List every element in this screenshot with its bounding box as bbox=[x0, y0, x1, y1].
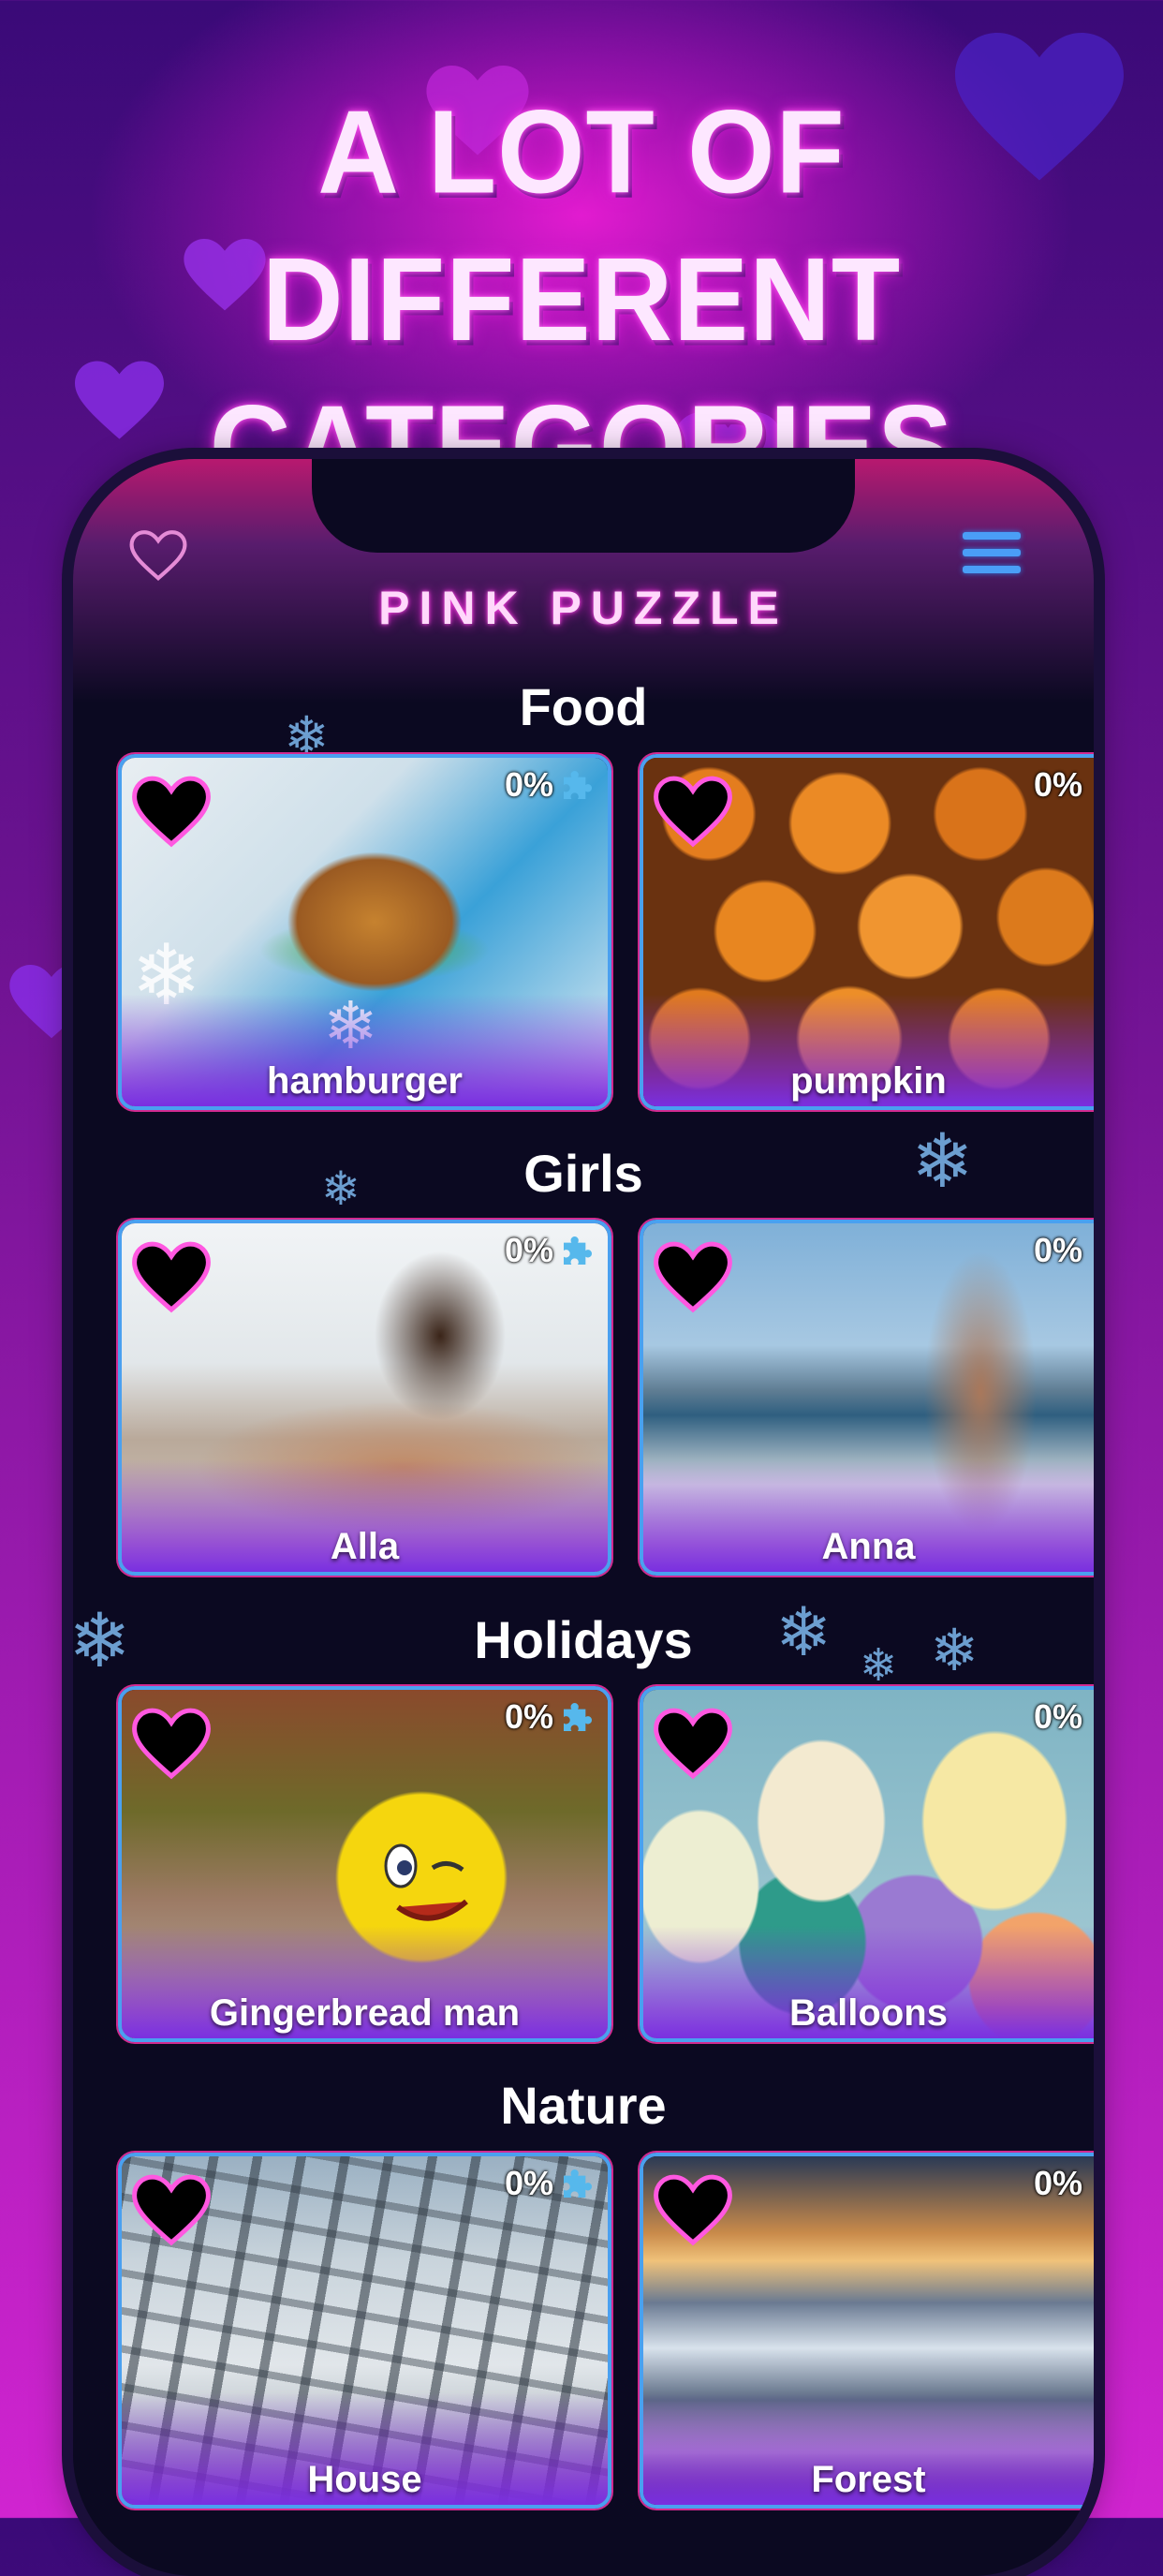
progress-text: 0% bbox=[504, 1231, 553, 1269]
puzzle-card-pumpkin[interactable]: 0% pumpkin bbox=[640, 754, 1094, 1110]
like-heart-icon[interactable] bbox=[131, 2173, 212, 2248]
phone-frame: PINK PUZZLE ❄ ❄ ❄ ❄ ❄ ❄ ❄ Food ❄ ❄ 0% ha… bbox=[73, 459, 1094, 2576]
menu-icon[interactable] bbox=[963, 532, 1021, 585]
headline-line-1: A LOT OF DIFFERENT bbox=[261, 86, 902, 366]
puzzle-label: hamburger bbox=[267, 1060, 463, 1102]
like-heart-icon[interactable] bbox=[131, 1240, 212, 1315]
puzzle-piece-icon bbox=[564, 1703, 592, 1731]
progress-indicator: 0% bbox=[505, 765, 596, 805]
progress-indicator: 0% bbox=[505, 2164, 596, 2203]
progress-indicator: 0% bbox=[505, 1697, 596, 1737]
puzzle-label: pumpkin bbox=[790, 1060, 947, 1102]
puzzle-card-balloons[interactable]: 0% Balloons bbox=[640, 1686, 1094, 2042]
like-heart-icon[interactable] bbox=[653, 2173, 733, 2248]
puzzle-card-gingerbread-man[interactable]: 0% Gingerbread man bbox=[118, 1686, 611, 2042]
puzzle-label: Forest bbox=[811, 2459, 926, 2500]
puzzle-piece-icon bbox=[564, 1236, 592, 1265]
like-heart-icon[interactable] bbox=[653, 775, 733, 850]
progress-indicator: 0% bbox=[505, 1231, 596, 1270]
puzzle-card-hamburger[interactable]: ❄ ❄ 0% hamburger bbox=[118, 754, 611, 1110]
puzzle-label: Balloons bbox=[789, 1992, 948, 2034]
puzzle-card-anna[interactable]: 0% Anna bbox=[640, 1220, 1094, 1576]
puzzle-label: Gingerbread man bbox=[209, 1992, 521, 2034]
progress-text: 0% bbox=[504, 2164, 553, 2202]
category-title-food: Food bbox=[519, 677, 648, 736]
category-title-girls: Girls bbox=[523, 1144, 643, 1203]
progress-indicator: 0% bbox=[1034, 2164, 1082, 2203]
like-heart-icon[interactable] bbox=[653, 1707, 733, 1782]
like-heart-icon[interactable] bbox=[131, 775, 212, 850]
progress-indicator: 0% bbox=[1034, 765, 1082, 805]
progress-indicator: 0% bbox=[1034, 1231, 1082, 1270]
puzzle-label: Alla bbox=[330, 1526, 400, 1567]
phone-notch bbox=[312, 459, 855, 553]
headline: A LOT OF DIFFERENT CATEGORIES bbox=[0, 79, 1163, 522]
like-heart-icon[interactable] bbox=[653, 1240, 733, 1315]
puzzle-card-house[interactable]: 0% House bbox=[118, 2153, 611, 2509]
progress-text: 0% bbox=[1033, 1231, 1082, 1269]
progress-indicator: 0% bbox=[1034, 1697, 1082, 1737]
progress-text: 0% bbox=[504, 1697, 553, 1736]
favorites-heart-icon[interactable] bbox=[129, 529, 187, 584]
puzzle-piece-icon bbox=[564, 2169, 592, 2198]
like-heart-icon[interactable] bbox=[131, 1707, 212, 1782]
app-title: PINK PUZZLE bbox=[378, 582, 788, 634]
progress-text: 0% bbox=[1033, 2164, 1082, 2202]
category-title-holidays: Holidays bbox=[474, 1610, 693, 1669]
progress-text: 0% bbox=[1033, 1697, 1082, 1736]
puzzle-label: House bbox=[307, 2459, 422, 2500]
category-title-nature: Nature bbox=[500, 2076, 667, 2135]
progress-text: 0% bbox=[504, 765, 553, 804]
progress-text: 0% bbox=[1033, 765, 1082, 804]
puzzle-card-alla[interactable]: 0% Alla bbox=[118, 1220, 611, 1576]
puzzle-piece-icon bbox=[564, 771, 592, 799]
puzzle-label: Anna bbox=[821, 1526, 916, 1567]
puzzle-card-forest[interactable]: 0% Forest bbox=[640, 2153, 1094, 2509]
